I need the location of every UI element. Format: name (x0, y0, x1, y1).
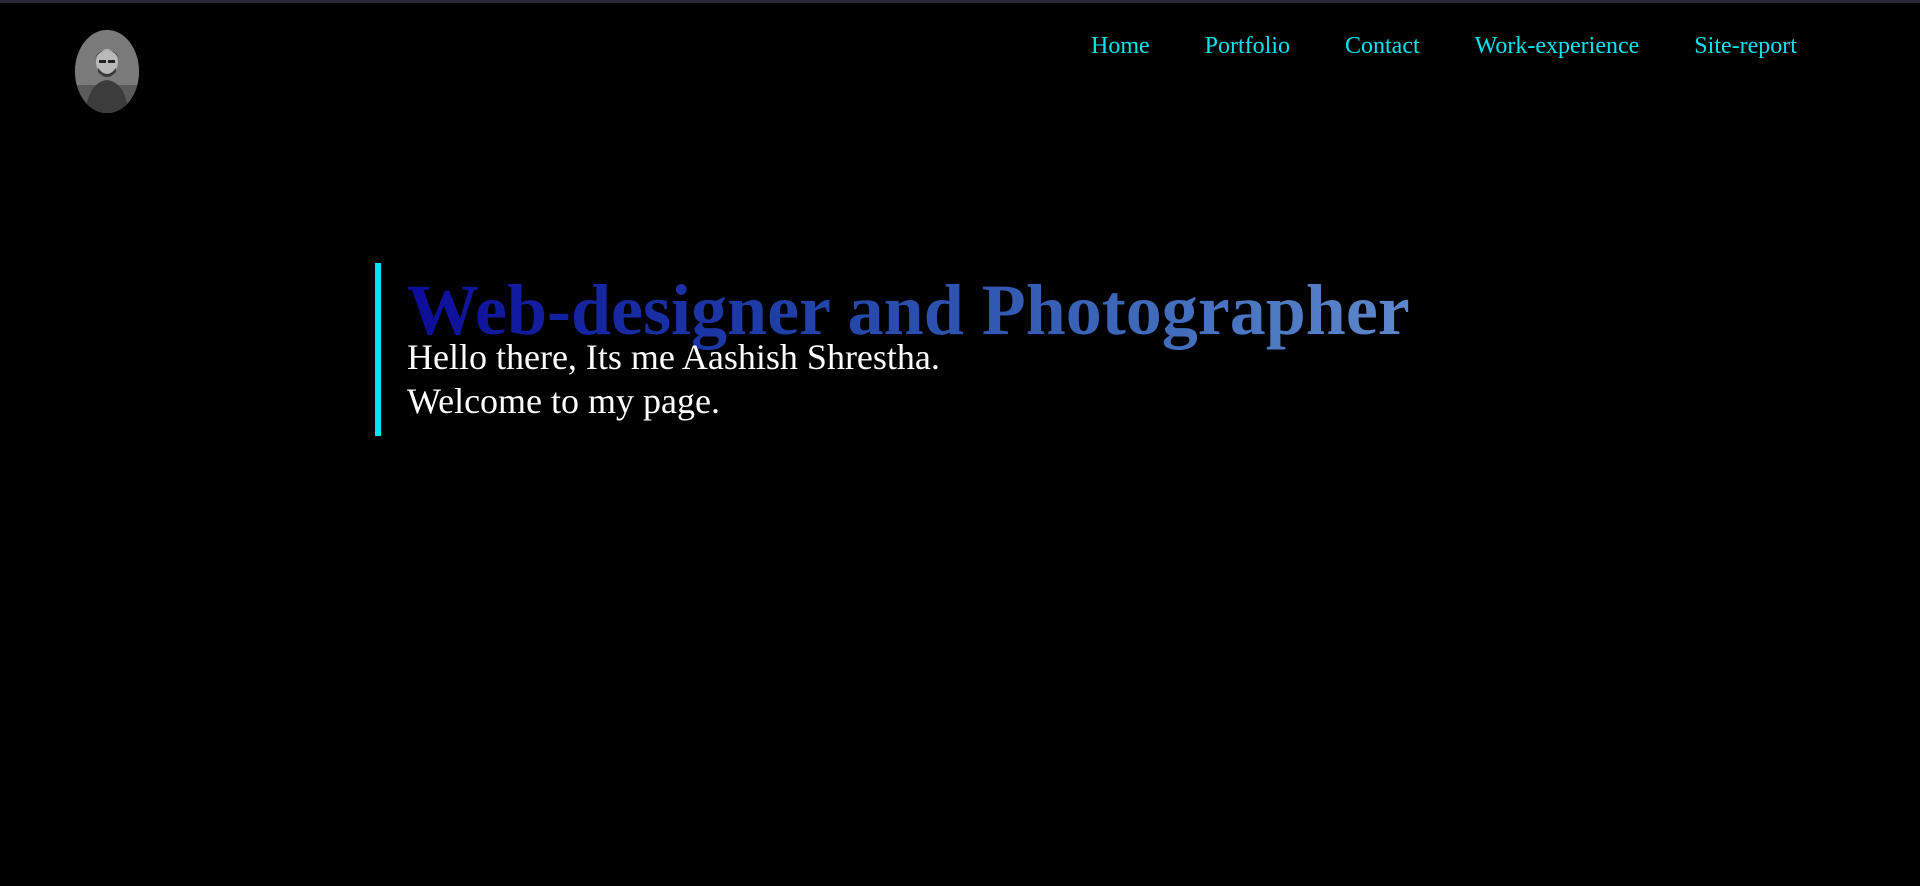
avatar-photo (75, 30, 139, 113)
hero-section: Web-designer and Photographer Hello ther… (375, 263, 1410, 436)
nav-home-link[interactable]: Home (1091, 30, 1150, 62)
main-nav: Home Portfolio Contact Work-experience S… (1091, 30, 1797, 62)
nav-portfolio-link[interactable]: Portfolio (1205, 30, 1290, 62)
top-border (0, 0, 1920, 3)
avatar[interactable] (75, 30, 139, 113)
hero-welcome: Welcome to my page. (407, 381, 720, 421)
nav-site-report-link[interactable]: Site-report (1694, 30, 1797, 62)
hero-greeting: Hello there, Its me Aashish Shrestha. (407, 337, 940, 377)
nav-contact-link[interactable]: Contact (1345, 30, 1420, 62)
nav-work-experience-link[interactable]: Work-experience (1475, 30, 1640, 62)
